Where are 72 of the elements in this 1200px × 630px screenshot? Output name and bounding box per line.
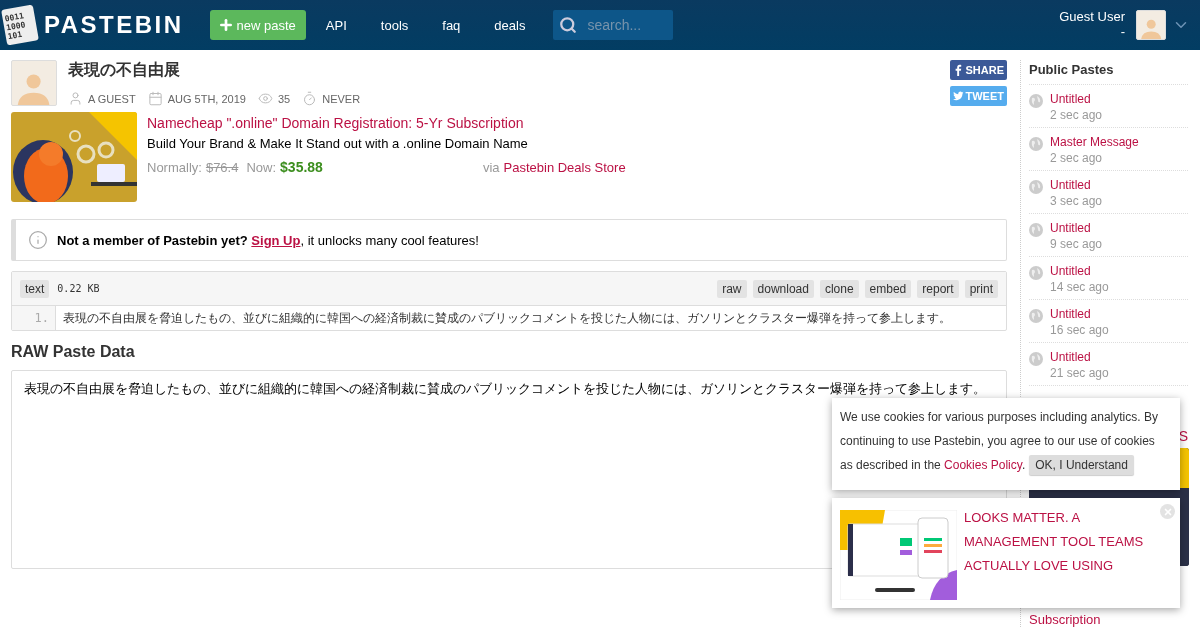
timer-icon [302, 91, 318, 106]
nav-link[interactable]: deals [494, 17, 526, 33]
meta-text: AUG 5TH, 2019 [167, 92, 246, 105]
paste-time: 2 sec ago [1050, 108, 1103, 122]
paste-time: 9 sec ago [1050, 237, 1103, 251]
deal-title[interactable]: Namecheap ".online" Domain Registration: 5-Yr Subscription [147, 115, 1007, 131]
calendar-icon [147, 91, 163, 106]
paste-title: 表現の不自由展 [68, 60, 181, 80]
user-icon [68, 91, 83, 106]
store-link[interactable]: Pastebin Deals Store [503, 160, 626, 175]
code-line: 表現の不自由展を脅迫したもの、並びに組織的に韓国への経済制裁に賛成のパブリックコメントを投じた人物には、ガソリンとクラスター爆弾を持って参上します。 [62, 309, 951, 327]
normally-label: Normally: [147, 160, 202, 175]
action-button[interactable]: download [752, 279, 814, 298]
eye-icon [257, 91, 273, 106]
globe-icon [1029, 137, 1043, 151]
meta-text: NEVER [322, 92, 361, 105]
line-number: 1. [12, 306, 56, 330]
search-field[interactable]: search... [585, 16, 666, 34]
meta-text: 35 [277, 92, 291, 105]
via-label: via [482, 160, 500, 175]
logo-text[interactable]: PASTEBIN [44, 11, 184, 39]
nav-link[interactable]: tools [380, 17, 409, 33]
search-bar[interactable]: search... [553, 10, 674, 40]
logo-mark[interactable]: 0011 1000 101 [1, 4, 39, 46]
ad-link[interactable]: Subscription [1029, 612, 1188, 627]
globe-icon [1029, 94, 1043, 108]
old-price: $76.4 [205, 160, 239, 175]
paste-link[interactable]: Untitled [1050, 307, 1109, 321]
raw-heading: RAW Paste Data [11, 343, 136, 361]
info-icon [28, 230, 48, 250]
paste-time: 14 sec ago [1050, 280, 1109, 294]
user-subtitle: - [1120, 24, 1125, 39]
plus-icon [217, 17, 234, 33]
notice-text: Not a member of Pastebin yet? Sign Up, it unlocks many cool features! [57, 232, 479, 248]
paste-time: 21 sec ago [1050, 366, 1109, 380]
action-button[interactable]: embed [864, 279, 912, 298]
paste-link[interactable]: Untitled [1050, 178, 1103, 192]
nav-link[interactable]: faq [442, 17, 461, 33]
accept-button[interactable]: OK, I Understand [1029, 455, 1134, 475]
paste-link[interactable]: Untitled [1050, 264, 1109, 278]
paste-link[interactable]: Master Message [1050, 135, 1139, 149]
globe-icon [1029, 223, 1043, 237]
paste-link[interactable]: Untitled [1050, 92, 1103, 106]
price: $35.88 [280, 159, 323, 175]
user-name: Guest User [1059, 9, 1125, 24]
action-button[interactable]: report [917, 279, 959, 298]
globe-icon [1029, 266, 1043, 280]
syntax-tag[interactable]: text [20, 279, 50, 298]
sidebar-heading: Public Pastes [1029, 62, 1188, 85]
facebook-icon [953, 63, 964, 77]
paste-time: 2 sec ago [1050, 151, 1104, 165]
search-icon[interactable] [559, 16, 578, 34]
globe-icon [1029, 180, 1043, 194]
avatar [11, 60, 57, 106]
action-button[interactable]: raw [717, 279, 747, 298]
paste-link[interactable]: Untitled [1050, 221, 1103, 235]
nav-link[interactable]: API [325, 17, 347, 33]
globe-icon [1029, 309, 1043, 323]
close-icon [1162, 506, 1173, 517]
meta-text: A GUEST [88, 92, 136, 105]
deal-subtitle: Build Your Brand & Make It Stand out with a .online Domain Name [147, 136, 529, 151]
now-label: Now: [246, 160, 277, 175]
paste-size: 0.22 KB [57, 283, 100, 294]
paste-time: 3 sec ago [1050, 194, 1103, 208]
action-button[interactable]: clone [819, 279, 859, 298]
paste-link[interactable]: Untitled [1050, 350, 1109, 364]
ad-heading: S [1178, 428, 1188, 444]
facebook-share-button[interactable]: SHARE [950, 60, 1007, 80]
bird-icon [953, 90, 964, 102]
action-button[interactable]: print [964, 279, 998, 298]
paste-time: 16 sec ago [1050, 323, 1109, 337]
globe-icon [1029, 352, 1043, 366]
